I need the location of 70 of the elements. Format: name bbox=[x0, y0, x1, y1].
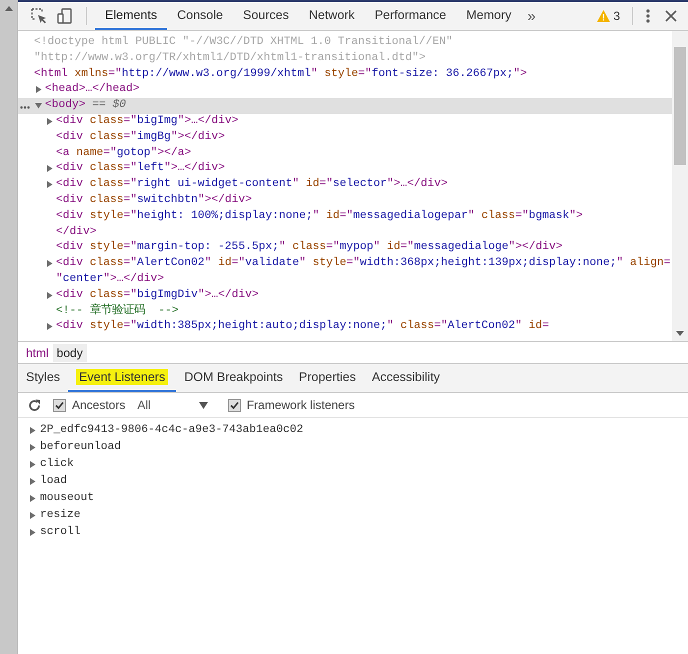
collapsed-arrow-icon[interactable] bbox=[29, 461, 36, 468]
collapsed-arrow-icon[interactable] bbox=[46, 292, 53, 299]
refresh-icon[interactable] bbox=[28, 398, 41, 412]
breadcrumb[interactable]: body bbox=[52, 344, 87, 362]
panel-tab[interactable]: Console bbox=[167, 2, 233, 30]
panel-tab[interactable]: Memory bbox=[456, 2, 522, 30]
code-line[interactable]: <div class="bigImgDiv">…</div> bbox=[56, 288, 259, 304]
warning-icon bbox=[597, 10, 610, 22]
event-listener-item[interactable]: 2P_edfc9413-9806-4c4c-a9e3-743ab1ea0c02 bbox=[40, 422, 304, 439]
scroll-up-arrow-icon[interactable] bbox=[4, 6, 12, 11]
code-line[interactable]: <html xmlns="http://www.w3.org/1999/xhtml" style="font-size: 36.2667px;"> bbox=[34, 66, 527, 82]
collapsed-arrow-icon[interactable] bbox=[29, 444, 36, 451]
framework-checkbox[interactable] bbox=[228, 398, 241, 412]
collapsed-arrow-icon[interactable] bbox=[46, 181, 53, 188]
event-listener-item[interactable]: beforeunload bbox=[40, 439, 122, 456]
scope-dropdown[interactable]: All bbox=[133, 398, 214, 412]
collapsed-arrow-icon[interactable] bbox=[29, 478, 36, 485]
panel-tab[interactable]: Elements bbox=[95, 2, 168, 30]
sidebar-tab[interactable]: Styles bbox=[18, 364, 68, 392]
code-line[interactable]: <!-- 章节验证码 --> bbox=[56, 304, 179, 320]
warnings-button[interactable]: 3 bbox=[593, 9, 624, 23]
ancestors-checkbox[interactable] bbox=[53, 398, 66, 412]
collapsed-arrow-icon[interactable] bbox=[46, 260, 53, 268]
checkbox-label: Framework listeners bbox=[246, 398, 355, 412]
sidebar-tab[interactable]: Accessibility bbox=[364, 364, 448, 392]
expanded-arrow-icon[interactable] bbox=[35, 102, 42, 110]
code-line[interactable]: "center">…</div> bbox=[56, 272, 671, 288]
caret-icon bbox=[198, 402, 208, 408]
collapsed-arrow-icon[interactable] bbox=[29, 495, 36, 502]
device-icon[interactable] bbox=[57, 8, 73, 24]
scrollbar-thumb[interactable] bbox=[674, 47, 686, 165]
scroll-down-arrow-icon[interactable] bbox=[676, 331, 684, 336]
code-line[interactable]: <div class="switchbtn"></div> bbox=[56, 192, 252, 209]
checkbox-label: Ancestors bbox=[72, 398, 126, 412]
code-line[interactable]: <div class="left">…</div> bbox=[56, 161, 225, 178]
menu-icon[interactable] bbox=[646, 8, 650, 24]
breadcrumb[interactable]: html bbox=[22, 344, 53, 362]
sidebar-tab[interactable]: Properties bbox=[290, 364, 364, 392]
code-line[interactable]: </div> bbox=[56, 224, 583, 240]
event-listener-item[interactable]: mouseout bbox=[40, 490, 94, 507]
collapsed-arrow-icon[interactable] bbox=[46, 118, 53, 125]
sidebar-tab[interactable]: DOM Breakpoints bbox=[176, 364, 291, 392]
collapsed-arrow-icon[interactable] bbox=[46, 323, 53, 330]
code-line[interactable]: <head>…</head> bbox=[45, 82, 140, 98]
inspect-icon[interactable] bbox=[31, 8, 47, 24]
collapsed-arrow-icon[interactable] bbox=[46, 165, 53, 172]
collapsed-arrow-icon[interactable] bbox=[29, 512, 36, 519]
event-listener-item[interactable]: load bbox=[40, 473, 68, 490]
code-line[interactable]: <div style="margin-top: -255.5px;" class="mypop" id="messagedialoge"></div> bbox=[56, 240, 562, 256]
code-line[interactable]: <a name="gotop"></a> bbox=[56, 146, 192, 162]
code-line[interactable]: <div class="bigImg">…</div> bbox=[56, 114, 238, 130]
event-listener-item[interactable]: click bbox=[40, 456, 74, 473]
panel-tab[interactable]: Performance bbox=[364, 2, 456, 30]
event-listener-item[interactable]: resize bbox=[40, 507, 81, 524]
panel-tab[interactable]: Network bbox=[298, 2, 365, 30]
event-listener-item[interactable]: scroll bbox=[40, 524, 81, 541]
more-tabs-button[interactable]: » bbox=[521, 8, 542, 24]
collapsed-arrow-icon[interactable] bbox=[29, 529, 36, 536]
code-line[interactable]: <div style="width:385px;height:auto;display:none;" class="AlertCon02" id= bbox=[56, 319, 549, 336]
code-line[interactable]: <div style="height: 100%;display:none;" id="messagedialogepar" class="bgmask"> bbox=[56, 208, 583, 225]
panel-tab[interactable]: Sources bbox=[232, 2, 299, 30]
code-line[interactable]: <div class="AlertCon02" id="validate" style="width:368px;height:139px;display:none;" align= bbox=[56, 256, 671, 272]
sidebar-tab[interactable]: Event Listeners bbox=[68, 364, 176, 392]
code-line[interactable]: <div class="imgBg"></div> bbox=[56, 130, 225, 146]
collapsed-arrow-icon[interactable] bbox=[29, 427, 36, 434]
code-line[interactable]: <body> == $0 bbox=[45, 98, 126, 114]
code-line[interactable]: <div class="right ui-widget-content" id="selector">…</div> bbox=[56, 177, 448, 193]
more-dots-icon[interactable] bbox=[20, 106, 30, 110]
collapsed-arrow-icon[interactable] bbox=[35, 86, 42, 94]
close-icon[interactable] bbox=[665, 10, 677, 22]
